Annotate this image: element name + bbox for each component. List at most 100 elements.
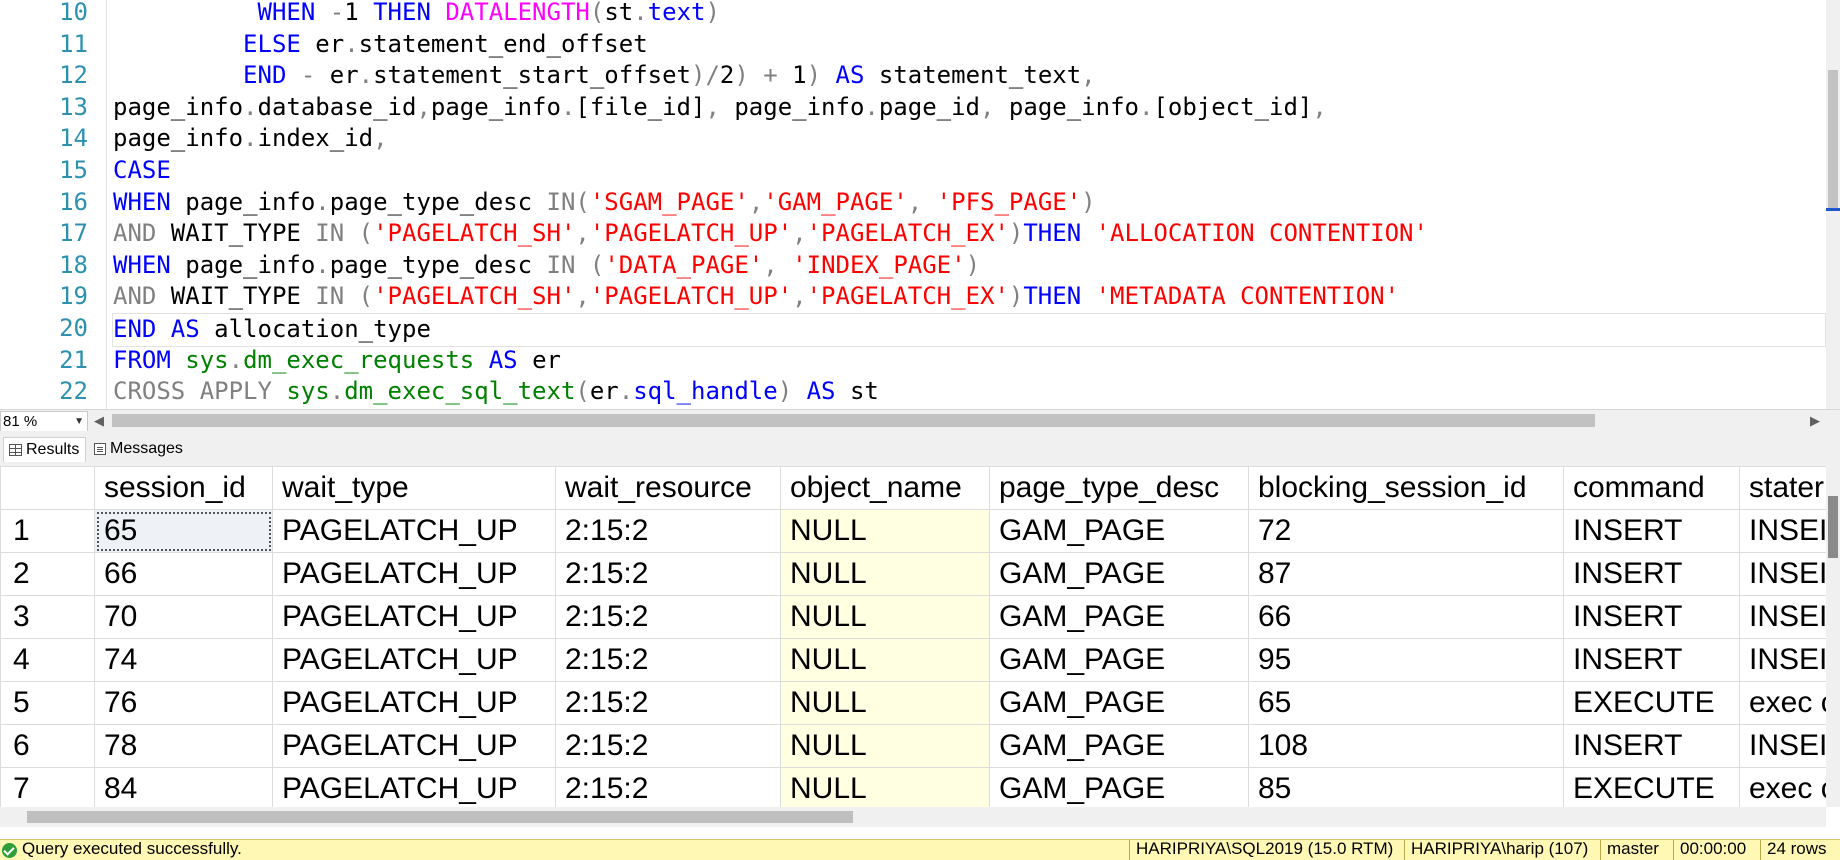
grid-cell[interactable]: exec c (1739, 681, 1826, 725)
chevron-down-icon[interactable]: ▼ (74, 412, 84, 431)
grid-cell[interactable]: GAM_PAGE (989, 509, 1249, 553)
row-number-cell[interactable]: 5 (0, 681, 95, 725)
row-number-cell[interactable]: 4 (0, 638, 95, 682)
grid-cell[interactable]: PAGELATCH_UP (272, 724, 556, 768)
editor-horizontal-scroll-thumb[interactable] (112, 414, 1595, 427)
code-line[interactable]: FROM sys.dm_exec_requests AS er (113, 345, 561, 377)
query-editor[interactable]: 10 11 12 13 14 15 16 17 18 19 20 21 22 WHEN -1 THEN … (0, 0, 1840, 409)
table-row[interactable]: 3 70 PAGELATCH_UP 2:15:2 NULL GAM_PAGE 66 INSER… (0, 595, 1826, 639)
grid-cell[interactable]: 2:15:2 (555, 638, 781, 682)
grid-cell[interactable]: GAM_PAGE (989, 552, 1249, 596)
grid-cell[interactable]: NULL (780, 767, 990, 807)
scroll-left-arrow-icon[interactable]: ◀ (94, 412, 104, 429)
column-header-page-type-desc[interactable]: page_type_desc (989, 466, 1249, 510)
row-number-cell[interactable]: 1 (0, 509, 95, 553)
grid-vertical-scroll-thumb[interactable] (1828, 496, 1838, 558)
grid-cell[interactable]: EXECUTE (1563, 681, 1740, 725)
grid-cell[interactable]: 70 (94, 595, 273, 639)
code-line[interactable]: ELSE er.statement_end_offset (113, 29, 648, 61)
code-line[interactable]: CASE (113, 155, 171, 187)
code-line[interactable]: AND WAIT_TYPE IN ('PAGELATCH_SH','PAGELA… (113, 218, 1428, 250)
code-line[interactable]: CROSS APPLY sys.dm_exec_sql_text(er.sql_… (113, 376, 879, 408)
grid-cell[interactable]: INSEI (1739, 724, 1826, 768)
table-row[interactable]: 2 66 PAGELATCH_UP 2:15:2 NULL GAM_PAGE 87 INSER… (0, 552, 1826, 596)
code-line[interactable]: page_info.database_id,page_info.[file_id… (113, 92, 1327, 124)
grid-cell[interactable]: GAM_PAGE (989, 595, 1249, 639)
code-line[interactable]: WHEN -1 THEN DATALENGTH(st.text) (113, 0, 720, 29)
grid-cell[interactable]: PAGELATCH_UP (272, 767, 556, 807)
grid-cell[interactable]: PAGELATCH_UP (272, 638, 556, 682)
grid-cell[interactable]: 2:15:2 (555, 509, 781, 553)
grid-cell[interactable]: 2:15:2 (555, 595, 781, 639)
column-header-blocking-session-id[interactable]: blocking_session_id (1248, 466, 1564, 510)
grid-cell[interactable]: 95 (1248, 638, 1564, 682)
grid-cell[interactable]: NULL (780, 681, 990, 725)
table-row[interactable]: 4 74 PAGELATCH_UP 2:15:2 NULL GAM_PAGE 95 INSER… (0, 638, 1826, 682)
table-row[interactable]: 6 78 PAGELATCH_UP 2:15:2 NULL GAM_PAGE 108 INSE… (0, 724, 1826, 768)
grid-cell[interactable]: INSERT (1563, 724, 1740, 768)
table-row[interactable]: 7 84 PAGELATCH_UP 2:15:2 NULL GAM_PAGE 85 EXECU… (0, 767, 1826, 807)
grid-horizontal-scrollbar[interactable] (0, 807, 1826, 827)
scroll-right-arrow-icon[interactable]: ▶ (1810, 412, 1820, 429)
grid-cell[interactable]: 72 (1248, 509, 1564, 553)
grid-cell[interactable]: 66 (94, 552, 273, 596)
grid-cell[interactable]: GAM_PAGE (989, 681, 1249, 725)
grid-cell[interactable]: PAGELATCH_UP (272, 595, 556, 639)
grid-cell[interactable]: INSERT (1563, 595, 1740, 639)
editor-vertical-scrollbar[interactable] (1826, 0, 1840, 409)
row-number-cell[interactable]: 7 (0, 767, 95, 807)
grid-cell[interactable]: exec c (1739, 767, 1826, 807)
grid-cell[interactable]: GAM_PAGE (989, 767, 1249, 807)
current-code-line[interactable]: END AS allocation_type (112, 313, 1826, 347)
grid-horizontal-scroll-thumb[interactable] (27, 811, 853, 823)
code-area[interactable]: WHEN -1 THEN DATALENGTH(st.text) ELSE er… (112, 0, 1840, 409)
grid-cell[interactable]: 108 (1248, 724, 1564, 768)
grid-cell[interactable]: INSEI (1739, 552, 1826, 596)
grid-cell[interactable]: INSEI (1739, 638, 1826, 682)
grid-cell[interactable]: 2:15:2 (555, 552, 781, 596)
grid-cell[interactable]: 78 (94, 724, 273, 768)
grid-cell[interactable]: PAGELATCH_UP (272, 552, 556, 596)
grid-cell[interactable]: NULL (780, 552, 990, 596)
row-number-cell[interactable]: 6 (0, 724, 95, 768)
grid-cell[interactable]: 66 (1248, 595, 1564, 639)
grid-cell[interactable]: 76 (94, 681, 273, 725)
grid-cell[interactable]: NULL (780, 638, 990, 682)
grid-cell[interactable]: 2:15:2 (555, 767, 781, 807)
grid-cell[interactable]: 87 (1248, 552, 1564, 596)
grid-cell[interactable]: 2:15:2 (555, 681, 781, 725)
column-header-command[interactable]: command (1563, 466, 1740, 510)
grid-cell[interactable]: INSEI (1739, 595, 1826, 639)
zoom-select[interactable]: 81 % ▼ (0, 411, 88, 432)
grid-cell[interactable]: PAGELATCH_UP (272, 681, 556, 725)
table-row[interactable]: 5 76 PAGELATCH_UP 2:15:2 NULL GAM_PAGE 65 EXECU… (0, 681, 1826, 725)
grid-cell[interactable]: INSERT (1563, 638, 1740, 682)
column-header-object-name[interactable]: object_name (780, 466, 990, 510)
column-header-stater[interactable]: stater (1739, 466, 1826, 510)
grid-cell[interactable]: 84 (94, 767, 273, 807)
column-header-wait-resource[interactable]: wait_resource (555, 466, 781, 510)
tab-messages[interactable]: Messages (94, 437, 183, 461)
row-number-cell[interactable]: 3 (0, 595, 95, 639)
table-row[interactable]: 1 65 PAGELATCH_UP 2:15:2 NULL GAM_PAGE 72 INSER… (0, 509, 1826, 553)
code-line[interactable]: WHEN page_info.page_type_desc IN('SGAM_P… (113, 187, 1096, 219)
code-line[interactable]: WHEN page_info.page_type_desc IN ('DATA_… (113, 250, 980, 282)
row-number-cell[interactable]: 2 (0, 552, 95, 596)
results-grid[interactable]: session_id wait_type wait_resource object_n… (0, 466, 1826, 807)
grid-cell[interactable]: 2:15:2 (555, 724, 781, 768)
editor-scroll-thumb[interactable] (1828, 70, 1838, 210)
grid-cell[interactable]: EXECUTE (1563, 767, 1740, 807)
code-line[interactable]: END - er.statement_start_offset)/2) + 1)… (113, 60, 1096, 92)
code-line[interactable]: AND WAIT_TYPE IN ('PAGELATCH_SH','PAGELA… (113, 281, 1399, 313)
grid-cell[interactable]: 74 (94, 638, 273, 682)
grid-cell[interactable]: 85 (1248, 767, 1564, 807)
tab-results[interactable]: Results (3, 437, 87, 462)
grid-cell[interactable]: INSEI (1739, 509, 1826, 553)
grid-cell[interactable]: GAM_PAGE (989, 638, 1249, 682)
grid-cell[interactable]: 65 (1248, 681, 1564, 725)
grid-cell[interactable]: PAGELATCH_UP (272, 509, 556, 553)
grid-cell[interactable]: INSERT (1563, 552, 1740, 596)
grid-cell[interactable]: GAM_PAGE (989, 724, 1249, 768)
grid-vertical-scrollbar[interactable] (1826, 466, 1840, 807)
column-header-session-id[interactable]: session_id (94, 466, 273, 510)
